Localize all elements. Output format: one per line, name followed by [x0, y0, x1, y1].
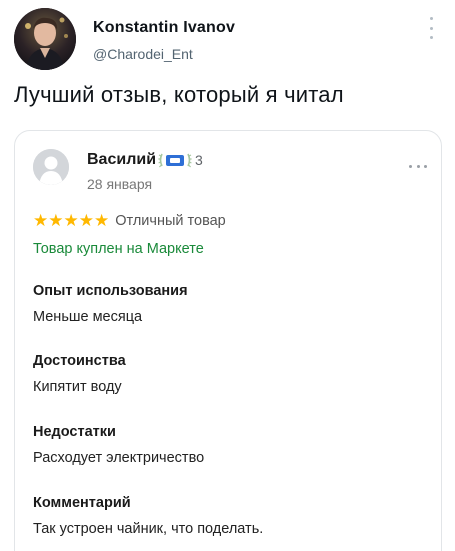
- section-title: Комментарий: [33, 495, 131, 511]
- section-title: Опыт использования: [33, 283, 188, 299]
- author-handle[interactable]: @Charodei_Ent: [93, 46, 193, 62]
- author-avatar[interactable]: [14, 8, 76, 70]
- rating-label: Отличный товар: [115, 213, 226, 229]
- section-body: Расходует электричество: [33, 450, 205, 466]
- tweet-text: Лучший отзыв, который я читал: [14, 82, 344, 107]
- user-placeholder-icon: [33, 149, 69, 185]
- reviewer-name[interactable]: Василий: [87, 151, 156, 169]
- menu-dot: [416, 165, 420, 168]
- star-icon: ★: [33, 211, 49, 231]
- section-body: Кипятит воду: [33, 379, 122, 395]
- review-card[interactable]: Василий 3 28 января ★ ★ ★ ★ ★ Отличный т…: [14, 130, 442, 551]
- author-name[interactable]: Konstantin Ivanov: [93, 19, 235, 37]
- menu-dot: [424, 165, 427, 168]
- section-body: Меньше месяца: [33, 309, 143, 325]
- author-photo: [14, 8, 76, 70]
- review-section-experience: Опыт использования Меньше месяца: [33, 283, 188, 325]
- menu-dot: [429, 17, 433, 20]
- menu-dot: [429, 36, 433, 39]
- section-body: Так устроен чайник, что поделать.: [33, 521, 264, 537]
- menu-dot: [429, 26, 433, 30]
- review-section-pros: Достоинства Кипятит воду: [33, 353, 126, 395]
- review-date: 28 января: [87, 176, 153, 192]
- section-title: Достоинства: [33, 353, 126, 369]
- level-badge: 3: [158, 150, 203, 170]
- rating-row: ★ ★ ★ ★ ★ Отличный товар: [33, 211, 226, 231]
- review-section-cons: Недостатки Расходует электричество: [33, 424, 204, 466]
- section-title: Недостатки: [33, 424, 116, 440]
- purchase-status-link[interactable]: Товар куплен на Маркете: [33, 241, 204, 257]
- star-rating: ★ ★ ★ ★ ★: [33, 211, 109, 231]
- more-horizontal-icon[interactable]: [409, 165, 427, 169]
- star-icon: ★: [78, 211, 94, 231]
- star-icon: ★: [63, 211, 79, 231]
- menu-dot: [409, 165, 412, 168]
- star-icon: ★: [94, 211, 110, 231]
- tweet-header: Konstantin Ivanov @Charodei_Ent: [14, 8, 442, 70]
- reviewer-avatar: [33, 149, 69, 185]
- review-section-comment: Комментарий Так устроен чайник, что поде…: [33, 495, 263, 537]
- star-icon: ★: [48, 211, 64, 231]
- level-number: 3: [195, 152, 203, 168]
- more-vertical-icon[interactable]: [428, 17, 434, 39]
- laurel-badge-icon: [158, 153, 192, 168]
